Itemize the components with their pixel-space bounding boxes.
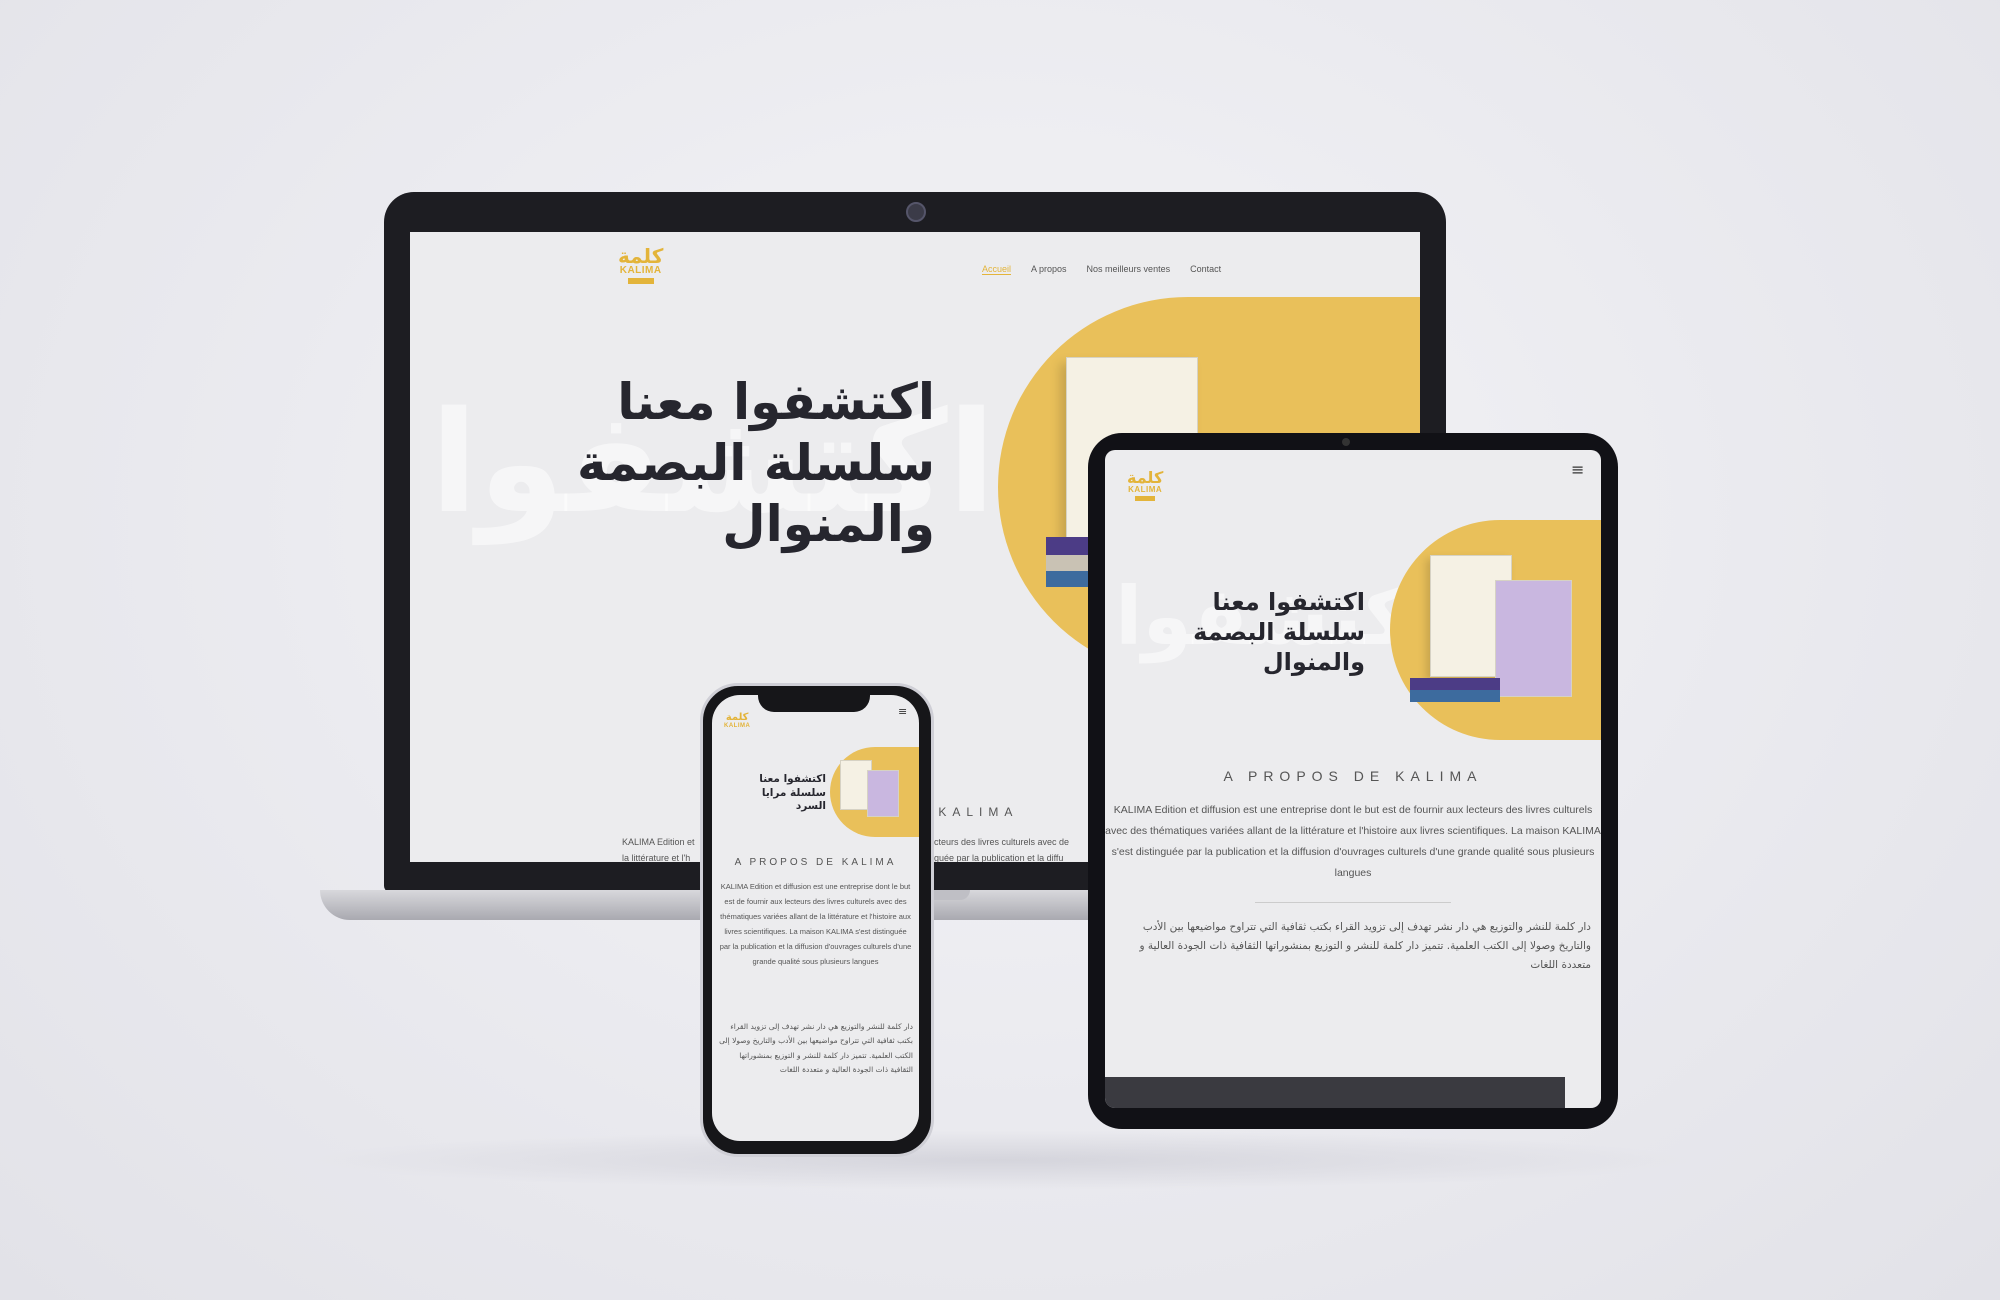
image-strip [1105,1077,1565,1108]
book-spine [1046,571,1091,587]
about-fr-text: KALIMA Edition et diffusion est une entr… [719,882,912,966]
tablet-site-screen: اكتشفوا كلمة KALIMA ≡ اكتشفوا معنا سلسلة… [1105,450,1601,1108]
hamburger-icon[interactable]: ≡ [898,705,907,718]
about-fr-text: KALIMA Edition et diffusion est une entr… [1105,804,1601,879]
main-nav: Accueil A propos Nos meilleurs ventes Co… [982,264,1221,275]
divider [1255,902,1451,903]
phone-site-screen: كلمة KALIMA ≡ اكتشفوا معنا سلسلة مرايا ا… [712,695,919,1141]
site-logo[interactable]: كلمة KALIMA [1127,470,1163,501]
book-spine [1410,678,1500,690]
site-logo[interactable]: كلمة KALIMA [618,246,663,284]
book-spine [1410,690,1500,702]
book-spine [1046,537,1091,555]
book-cover [1495,580,1572,697]
floor-shadow [300,1130,1700,1190]
about-title: A PROPOS DE KALIMA [1223,768,1483,784]
nav-item-contact[interactable]: Contact [1190,264,1221,275]
nav-item-a-propos[interactable]: A propos [1031,264,1067,275]
camera-icon [1342,438,1350,446]
about-text-fragment: KALIMA Edition et [622,837,695,847]
site-logo[interactable]: كلمة KALIMA [724,713,750,730]
about-text-fragment: la littérature et l'h [622,853,691,862]
book-cover [867,770,899,817]
about-ar-text: دار كلمة للنشر والتوزيع هي دار نشر تهدف … [719,1022,913,1074]
nav-item-accueil[interactable]: Accueil [982,264,1012,275]
phone-notch [758,690,870,712]
about-text-fragment: stinguée par la publication et la diffu [920,853,1064,862]
about-text-fragment: x lecteurs des livres culturels avec de [920,837,1070,847]
about-title: A PROPOS DE KALIMA [734,857,897,868]
hamburger-icon[interactable]: ≡ [1571,460,1584,479]
nav-item-best-sellers[interactable]: Nos meilleurs ventes [1087,264,1171,275]
hero-title: اكتشفوا معنا سلسلة البصمة والمنوال [576,373,935,553]
about-ar-text: دار كلمة للنشر والتوزيع هي دار نشر تهدف … [1139,921,1591,971]
hero-title: اكتشفوا معنا سلسلة مرايا السرد [759,773,826,813]
book-spine [1046,555,1091,571]
camera-icon [906,202,926,222]
hero-title: اكتشفوا معنا سلسلة البصمة والمنوال [1193,588,1365,676]
